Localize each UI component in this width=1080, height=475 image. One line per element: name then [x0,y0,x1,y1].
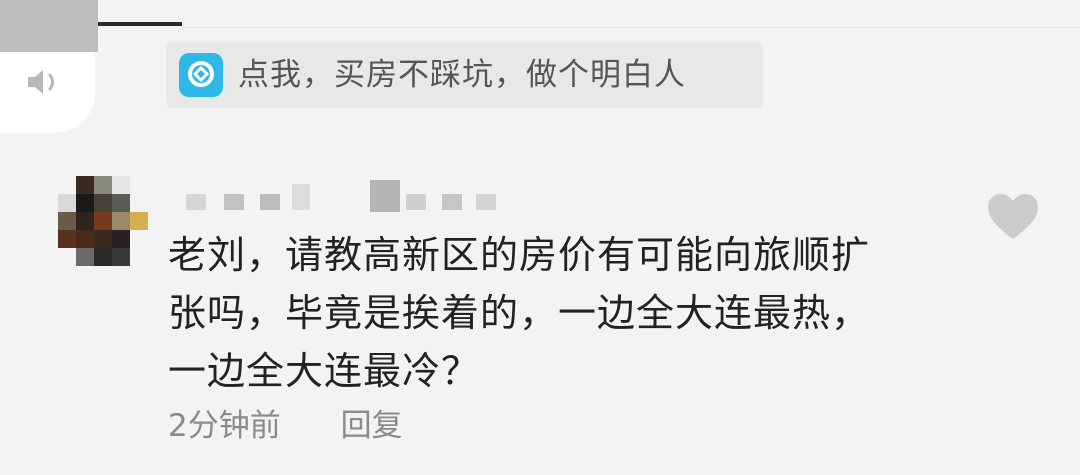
heart-icon[interactable] [985,192,1041,242]
comment-line: 一边全大连最冷？ [168,349,481,393]
comment-meta: 2分钟前 回复 [168,406,403,446]
comment-text: 老刘，请教高新区的房价有可能向旅顺扩 张吗，毕竟是挨着的，一边全大连最热， 一边… [168,226,928,400]
app-logo-icon [178,52,224,98]
blurred-username[interactable] [184,180,504,214]
speaker-icon[interactable] [26,66,66,98]
promo-text: 点我，买房不踩坑，做个明白人 [238,57,686,93]
top-divider-line [182,27,1080,28]
blurred-header-block [0,0,98,52]
comment-line: 张吗，毕竟是挨着的，一边全大连最热， [168,291,871,335]
avatar[interactable] [58,176,148,266]
reply-button[interactable]: 回复 [341,408,403,444]
comment-line: 老刘，请教高新区的房价有可能向旅顺扩 [168,233,871,277]
comment-time: 2分钟前 [168,408,281,444]
comment-screen: 点我，买房不踩坑，做个明白人 老刘，请教高新区的房价有可能向旅顺扩 张吗，毕竟是… [0,0,1080,475]
promo-banner[interactable]: 点我，买房不踩坑，做个明白人 [166,42,763,108]
